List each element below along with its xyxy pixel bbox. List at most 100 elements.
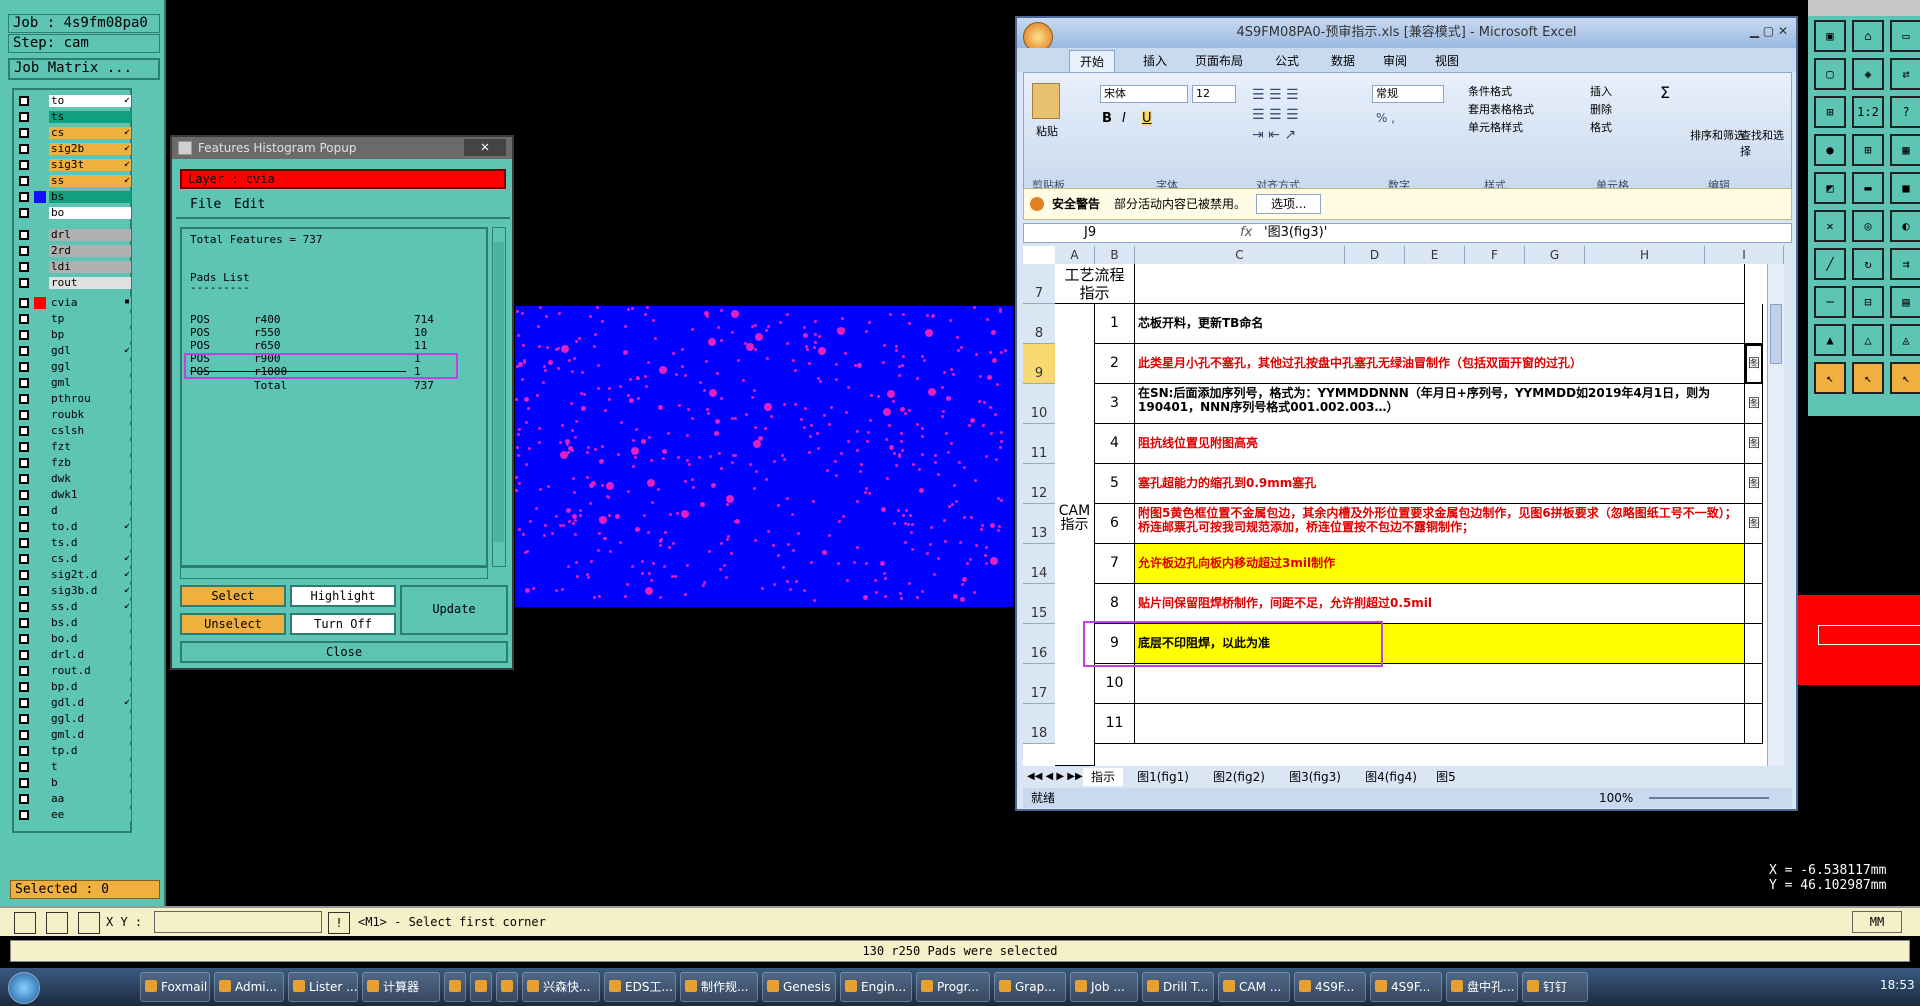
ribbon-tab[interactable]: 数据 [1321,50,1365,71]
tool-button-icon[interactable]: ▦ [1890,134,1920,166]
paste-label[interactable]: 粘贴 [1036,123,1058,139]
layer-name[interactable]: dwk [49,473,131,485]
figure-ref-cell[interactable]: 图 [1745,424,1763,464]
find-select-button[interactable]: 查找和选择 [1740,127,1791,159]
percent-icon[interactable]: % , [1376,111,1395,125]
layer-checkbox[interactable] [19,410,29,420]
tool-button-icon[interactable]: ⇄ [1890,58,1920,90]
layer-checkbox[interactable] [19,262,29,272]
figure-ref-cell[interactable] [1745,544,1763,584]
layer-row[interactable]: dwk [16,472,132,486]
layer-name[interactable]: fzt [49,441,131,453]
layer-row[interactable]: ggl [16,360,132,374]
layer-checkbox[interactable] [19,778,29,788]
close-button[interactable]: Close [180,641,508,663]
layer-name[interactable]: rout [49,277,131,289]
layer-row[interactable]: b [16,776,132,790]
sheet-tab[interactable]: 图4(fig4) [1355,768,1427,786]
conditional-format-button[interactable]: 条件格式 [1468,83,1512,99]
ribbon-tab[interactable]: 视图 [1425,50,1469,71]
zoom-box-icon[interactable] [14,912,36,934]
vertical-scrollbar[interactable] [492,227,506,567]
item-number-cell[interactable]: 2 [1095,344,1135,384]
tool-button-icon[interactable]: ⊞ [1814,96,1846,128]
layer-checkbox[interactable] [19,144,29,154]
instruction-cell[interactable]: 贴片间保留阻焊桥制作，间距不足，允许削超过0.5mil [1135,584,1745,624]
underline-button[interactable]: U [1142,111,1152,126]
layer-row[interactable]: cvia ▪ [16,296,132,310]
font-size-select[interactable]: 12 [1192,85,1236,103]
instruction-cell[interactable]: 此类星月小孔不塞孔，其他过孔按盘中孔塞孔无绿油冒制作（包括双面开窗的过孔） [1135,344,1745,384]
figure-ref-cell[interactable]: 图 [1745,384,1763,424]
layer-checkbox[interactable] [19,810,29,820]
layer-row[interactable]: ss.d ↙ [16,600,132,614]
layer-name[interactable]: sig2t.d [49,569,131,581]
tool-button-icon[interactable]: ⊟ [1852,286,1884,318]
sheet-tab[interactable]: 图1(fig1) [1127,768,1199,786]
layer-name[interactable]: bs.d [49,617,131,629]
layer-name[interactable]: bp.d [49,681,131,693]
layer-name[interactable]: tp [49,313,131,325]
row-header[interactable]: 18 [1023,704,1055,744]
figure-ref-cell[interactable]: 图 [1745,504,1763,544]
layer-checkbox[interactable] [19,192,29,202]
layer-name[interactable]: to.d [49,521,131,533]
layer-name[interactable]: roubk [49,409,131,421]
table-format-button[interactable]: 套用表格格式 [1468,101,1534,117]
number-format-select[interactable]: 常规 [1372,85,1444,103]
item-number-cell[interactable]: 10 [1095,664,1135,704]
layer-row[interactable]: cs.d ↙ [16,552,132,566]
tool-button-icon[interactable]: ⊞ [1852,134,1884,166]
taskbar-item[interactable]: Lister ... [288,972,358,1002]
measure-icon[interactable] [46,912,68,934]
units-button[interactable]: MM [1852,911,1902,933]
layer-checkbox[interactable] [19,554,29,564]
row-header[interactable]: 11 [1023,424,1055,464]
tool-button-icon[interactable]: ▢ [1814,58,1846,90]
layer-row[interactable]: bo.d [16,632,132,646]
close-icon[interactable]: ✕ [464,139,506,156]
tool-button-icon[interactable]: ╱ [1814,248,1846,280]
layer-name[interactable]: pthrou [49,393,131,405]
layer-row[interactable]: roubk [16,408,132,422]
column-header[interactable]: H [1585,246,1705,264]
sheet-tab[interactable]: 图3(fig3) [1279,768,1351,786]
tool-button-icon[interactable]: ✕ [1814,210,1846,242]
layer-checkbox[interactable] [19,666,29,676]
layer-row[interactable]: sig2t.d ↙ [16,568,132,582]
layer-name[interactable]: dwk1 [49,489,131,501]
horizontal-scrollbar[interactable] [180,567,488,579]
layer-checkbox[interactable] [19,378,29,388]
column-header[interactable]: A [1055,246,1095,264]
instruction-cell[interactable]: 附图5黄色框位置不金属包边，其余内槽及外形位置要求金属包边制作，见图6拼板要求（… [1135,504,1745,544]
layer-checkbox[interactable] [19,730,29,740]
menu-file[interactable]: File [190,197,221,212]
graphic-canvas[interactable] [515,306,1013,607]
layer-name[interactable]: sig3t [49,159,131,171]
bold-button[interactable]: B [1102,111,1112,126]
tool-button-icon[interactable]: 1:2 [1852,96,1884,128]
layer-checkbox[interactable] [19,602,29,612]
taskbar-item[interactable]: Job ... [1070,972,1138,1002]
layer-checkbox[interactable] [19,208,29,218]
layer-name[interactable]: bs [49,191,131,203]
taskbar-item[interactable]: 盘中孔... [1446,972,1518,1002]
taskbar-item[interactable]: 钉钉 [1522,972,1588,1002]
layer-checkbox[interactable] [19,682,29,692]
tool-button-icon[interactable]: ▲ [1814,324,1846,356]
row-header[interactable]: 12 [1023,464,1055,504]
cam-label-cell[interactable]: CAM指示 [1055,304,1095,766]
layer-name[interactable]: ldi [49,261,131,273]
instruction-cell[interactable]: 在SN:后面添加序列号，格式为：YYMMDDNNN（年月日+序列号，YYMMDD… [1135,384,1745,424]
autosum-icon[interactable]: Σ [1660,83,1670,102]
insert-cells-button[interactable]: 插入 [1590,83,1612,99]
layer-checkbox[interactable] [19,362,29,372]
layer-name[interactable]: bp [49,329,131,341]
layer-checkbox[interactable] [19,490,29,500]
layer-row[interactable]: bp [16,328,132,342]
turn-off-button[interactable]: Turn Off [290,613,396,635]
layer-checkbox[interactable] [19,112,29,122]
tool-button-icon[interactable]: ? [1890,96,1920,128]
taskbar-item[interactable]: EDS工... [604,972,676,1002]
figure-ref-cell[interactable] [1745,704,1763,744]
